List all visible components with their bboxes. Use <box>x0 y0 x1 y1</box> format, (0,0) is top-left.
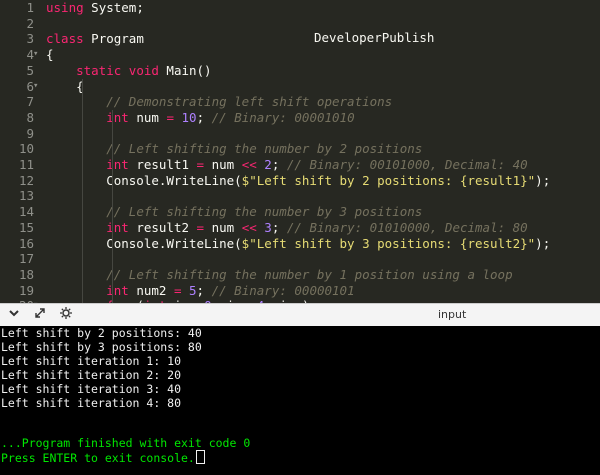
code-line[interactable]: 16 Console.WriteLine($"Left shift by 3 p… <box>0 236 600 252</box>
code-text: { <box>46 47 54 63</box>
line-number: 12 <box>18 172 34 188</box>
code-text: int result2 = num << 3; // Binary: 01010… <box>106 219 528 235</box>
finish-message: ...Program finished with exit code 0 <box>1 436 251 450</box>
console-cursor[interactable] <box>195 450 205 464</box>
prompt-message: Press ENTER to exit console. <box>1 451 195 465</box>
code-line[interactable]: 6 ▾ { <box>0 79 600 95</box>
console-output-line: Left shift iteration 3: 40 <box>1 382 182 396</box>
code-line[interactable]: 11 int result1 = num << 2; // Binary: 00… <box>0 157 600 173</box>
console-toolbar: input <box>0 303 600 327</box>
code-line[interactable]: 13 <box>0 188 600 204</box>
code-line[interactable]: 14 // Left shifting the number by 3 posi… <box>0 204 600 220</box>
indent-guide <box>82 78 83 303</box>
line-number: 16 <box>18 235 34 251</box>
fold-toggle-icon[interactable]: ▾ <box>33 47 43 63</box>
code-text: // Left shifting the number by 2 positio… <box>106 141 423 157</box>
line-number: 9 <box>26 125 34 141</box>
watermark-text: DeveloperPublish <box>314 30 435 45</box>
code-text: static void Main() <box>76 62 212 78</box>
line-number: 17 <box>18 251 34 267</box>
console-output[interactable]: Left shift by 2 positions: 40 Left shift … <box>0 326 600 475</box>
line-number: 15 <box>18 219 34 235</box>
code-line[interactable]: 18 // Left shifting the number by 1 posi… <box>0 267 600 283</box>
code-text: int num2 = 5; // Binary: 00000101 <box>106 282 355 298</box>
console-output-line: Left shift by 3 positions: 80 <box>1 340 202 354</box>
line-number: 1 <box>26 0 34 15</box>
code-text: // Left shifting the number by 1 positio… <box>106 266 513 282</box>
console-output-line: Left shift iteration 4: 80 <box>1 396 182 410</box>
console-output-line: Left shift iteration 1: 10 <box>1 354 182 368</box>
line-number: 18 <box>18 266 34 282</box>
code-text: { <box>46 78 84 94</box>
code-line[interactable]: 12 Console.WriteLine($"Left shift by 2 p… <box>0 173 600 189</box>
console-output-line: Left shift by 2 positions: 40 <box>1 326 202 340</box>
input-tab-label[interactable]: input <box>438 308 466 321</box>
line-number: 4 <box>26 47 34 63</box>
code-line[interactable]: 9 <box>0 126 600 142</box>
code-line[interactable]: 15 int result2 = num << 3; // Binary: 01… <box>0 220 600 236</box>
code-line[interactable]: 1 using System; <box>0 0 600 16</box>
code-line[interactable]: 19 int num2 = 5; // Binary: 00000101 <box>0 283 600 299</box>
settings-icon[interactable] <box>58 307 74 323</box>
line-number: 19 <box>18 282 34 298</box>
code-line[interactable]: 3 class Program <box>0 31 600 47</box>
code-text: // Demonstrating left shift operations <box>106 94 393 110</box>
line-number: 5 <box>26 62 34 78</box>
code-text: int result1 = num << 2; // Binary: 00101… <box>106 157 528 172</box>
code-line[interactable]: 2 <box>0 16 600 32</box>
line-number: 13 <box>18 188 34 204</box>
line-number: 2 <box>26 15 34 31</box>
expand-icon[interactable] <box>32 307 48 323</box>
fold-toggle-icon[interactable]: ▾ <box>33 79 43 95</box>
code-text: int num = 10; // Binary: 00001010 <box>106 109 355 125</box>
code-text: class Program <box>46 31 144 47</box>
prompt-line: Press ENTER to exit console. <box>1 450 205 465</box>
code-text: // Left shifting the number by 3 positio… <box>106 204 423 220</box>
line-number: 14 <box>18 204 34 220</box>
chevron-down-icon[interactable] <box>6 307 22 323</box>
line-number: 7 <box>26 94 34 110</box>
line-number: 6 <box>26 78 34 94</box>
code-line[interactable]: 8 int num = 10; // Binary: 00001010 <box>0 110 600 126</box>
indent-guide <box>112 109 113 303</box>
code-line[interactable]: 5 static void Main() <box>0 63 600 79</box>
line-number: 11 <box>18 157 34 172</box>
code-line[interactable]: 4 ▾{ <box>0 47 600 63</box>
code-line[interactable]: 7 // Demonstrating left shift operations <box>0 94 600 110</box>
line-number: 3 <box>26 31 34 47</box>
code-line[interactable]: 17 <box>0 251 600 267</box>
code-text: using System; <box>46 0 144 15</box>
code-editor[interactable]: 1 using System; 2 3 class Program 4 ▾{5 static… <box>0 0 600 303</box>
line-number: 10 <box>18 141 34 157</box>
code-text: Console.WriteLine($"Left shift by 3 posi… <box>46 235 551 251</box>
console-output-line: Left shift iteration 2: 20 <box>1 368 182 382</box>
code-line[interactable]: 10 // Left shifting the number by 2 posi… <box>0 141 600 157</box>
code-text: Console.WriteLine($"Left shift by 2 posi… <box>46 172 551 188</box>
line-number: 8 <box>26 109 34 125</box>
